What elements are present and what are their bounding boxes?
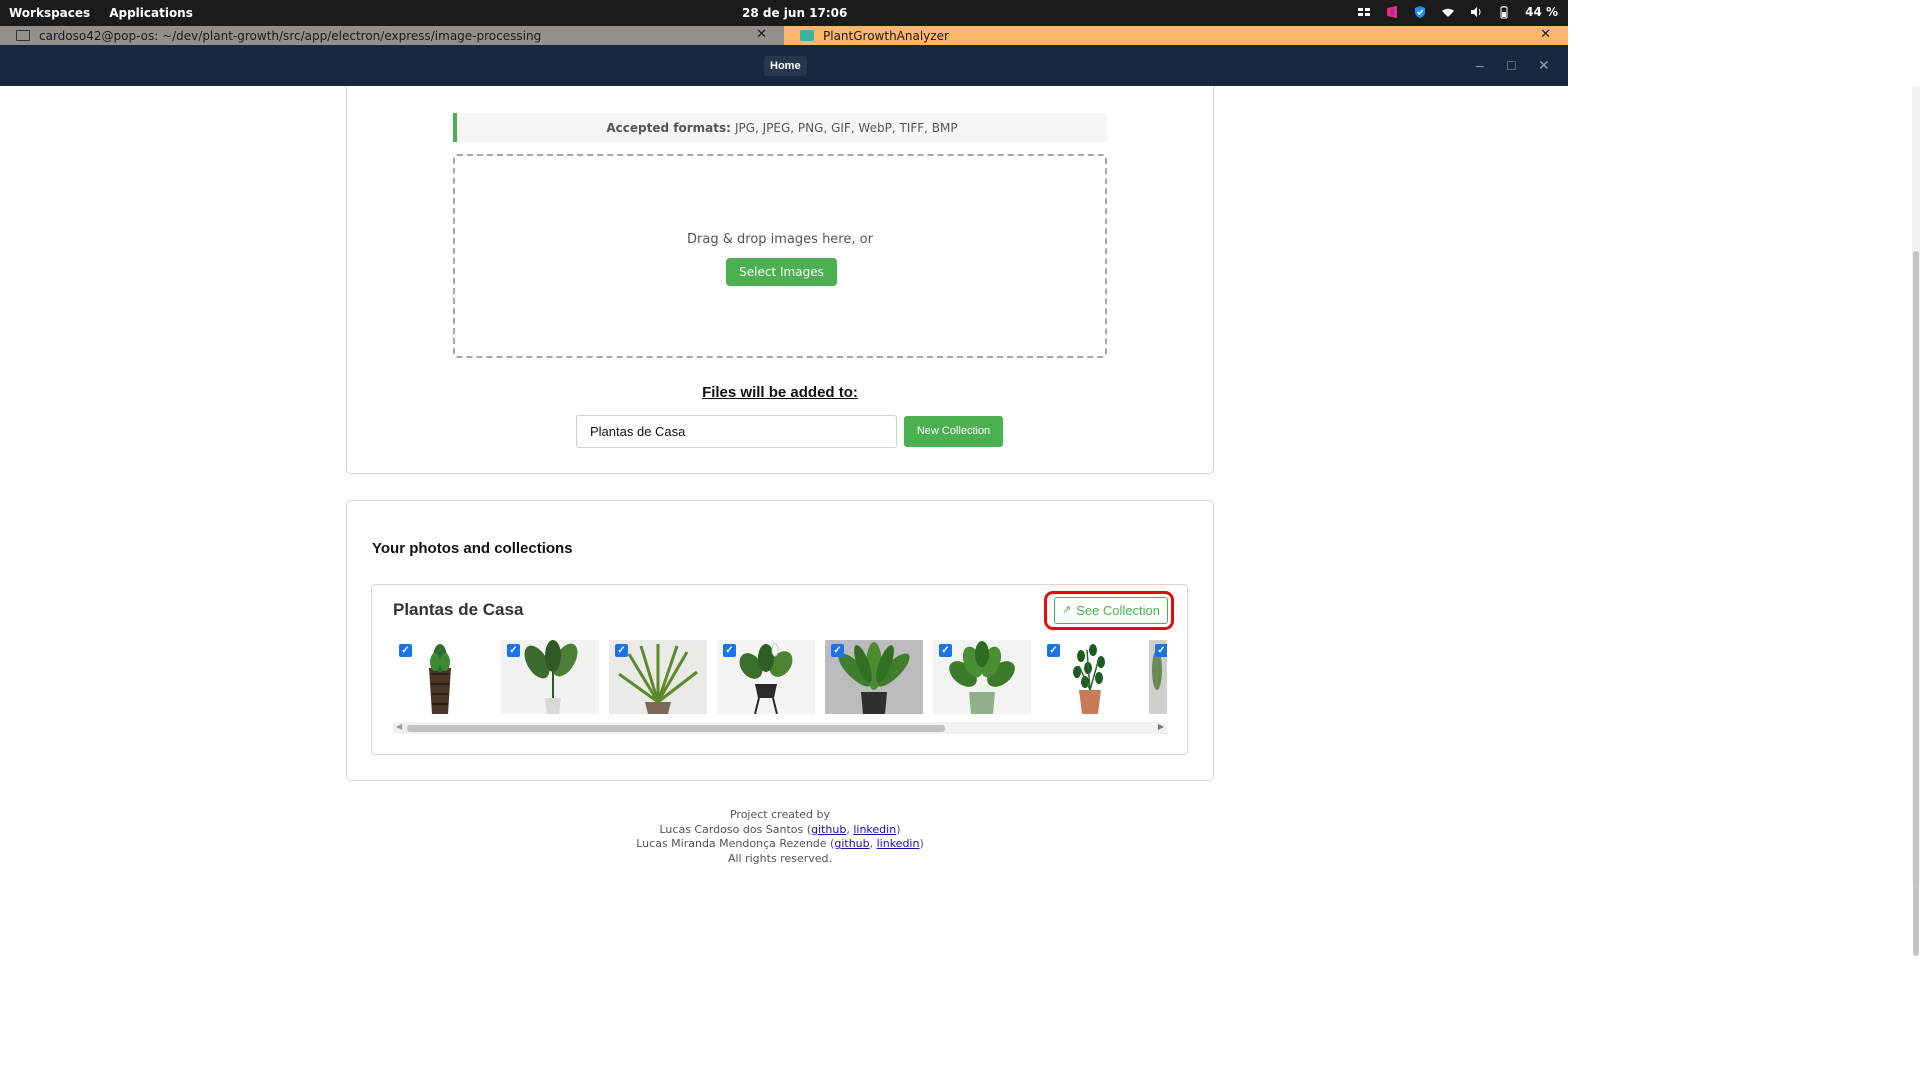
photo-checkbox[interactable]: ✓ (939, 644, 952, 657)
external-link-icon: ↗ (1062, 604, 1072, 616)
page-scrollbar-thumb[interactable] (1913, 251, 1919, 956)
battery-icon[interactable] (1497, 5, 1511, 19)
shield-icon[interactable] (1413, 5, 1427, 19)
collection-name: Plantas de Casa (393, 600, 524, 619)
image-dropzone[interactable]: Drag & drop images here, or Select Image… (453, 154, 1107, 358)
terminal-icon (16, 30, 30, 41)
app-logo-icon (800, 30, 814, 41)
volume-icon[interactable] (1469, 5, 1483, 19)
new-collection-button[interactable]: New Collection (904, 416, 1003, 447)
scroll-right-arrow-icon[interactable]: ▶ (1158, 722, 1164, 731)
clock[interactable]: 28 de jun 17:06 (742, 6, 847, 20)
footer-rights: All rights reserved. (727, 852, 833, 866)
author-2-github-link[interactable]: github (834, 837, 869, 850)
photo-thumbnail[interactable]: ✓ (1041, 640, 1139, 714)
see-collection-button[interactable]: ↗ See Collection (1054, 597, 1168, 624)
photo-checkbox[interactable]: ✓ (723, 644, 736, 657)
collections-section-title: Your photos and collections (372, 540, 573, 557)
author-1-linkedin-link[interactable]: linkedin (853, 823, 896, 836)
accepted-formats-banner: Accepted formats: JPG, JPEG, PNG, GIF, W… (453, 113, 1107, 142)
collection-select[interactable]: Plantas de Casa (576, 415, 897, 448)
photo-thumbnail[interactable]: ✓ (717, 640, 815, 714)
photo-strip[interactable]: ✓ ✓ ✓ ✓ ✓ ✓ ✓ ✓ (393, 640, 1167, 715)
tab-plant-growth-analyzer[interactable]: PlantGrowthAnalyzer ✕ (784, 26, 1568, 45)
photo-thumbnail[interactable]: ✓ (825, 640, 923, 714)
photo-checkbox[interactable]: ✓ (831, 644, 844, 657)
author-2-name: Lucas Miranda Mendonça Rezende (636, 837, 827, 851)
battery-percent: 44 % (1525, 5, 1558, 19)
accepted-formats-value: JPG, JPEG, PNG, GIF, WebP, TIFF, BMP (734, 120, 958, 135)
select-images-button[interactable]: Select Images (726, 258, 837, 286)
author-1-github-link[interactable]: github (811, 823, 846, 836)
see-collection-label: See Collection (1076, 603, 1160, 618)
photo-strip-scroll-thumb[interactable] (407, 725, 945, 732)
photo-thumbnail[interactable]: ✓ (609, 640, 707, 714)
footer: Project created by Lucas Cardoso dos San… (560, 808, 1000, 867)
close-window-icon[interactable]: ✕ (1538, 57, 1550, 74)
tab-terminal-label: cardoso42@pop-os: ~/dev/plant-growth/src… (39, 28, 542, 43)
scroll-left-arrow-icon[interactable]: ◀ (396, 722, 402, 731)
photo-checkbox[interactable]: ✓ (507, 644, 520, 657)
footer-author-1: Lucas Cardoso dos Santos (github, linked… (659, 822, 901, 836)
tab-app-label: PlantGrowthAnalyzer (823, 28, 949, 43)
app-indicator-icon[interactable] (1385, 5, 1399, 19)
author-1-name: Lucas Cardoso dos Santos (659, 822, 804, 836)
photo-checkbox[interactable]: ✓ (1047, 644, 1060, 657)
wifi-icon[interactable] (1441, 5, 1455, 19)
photo-checkbox[interactable]: ✓ (1155, 644, 1167, 657)
workspaces-menu[interactable]: Workspaces (9, 6, 90, 20)
app-header: Home – □ ✕ (0, 45, 1568, 86)
photo-strip-scrollbar[interactable]: ◀ ▶ (393, 722, 1167, 734)
system-top-bar: Workspaces Applications 28 de jun 17:06 … (0, 0, 1568, 26)
tab-app-close-icon[interactable]: ✕ (1540, 27, 1551, 42)
photo-thumbnail[interactable]: ✓ (501, 640, 599, 714)
tab-terminal-close-icon[interactable]: ✕ (756, 27, 767, 42)
minimize-icon[interactable]: – (1476, 57, 1484, 73)
files-added-title: Files will be added to: (702, 384, 858, 401)
applications-menu[interactable]: Applications (109, 6, 193, 20)
photo-checkbox[interactable]: ✓ (615, 644, 628, 657)
dropzone-text: Drag & drop images here, or (687, 232, 873, 247)
author-2-linkedin-link[interactable]: linkedin (877, 837, 920, 850)
photo-thumbnail[interactable]: ✓ (933, 640, 1031, 714)
photo-checkbox[interactable]: ✓ (399, 644, 412, 657)
accepted-formats-label: Accepted formats: (606, 120, 731, 135)
footer-credit-line: Project created by (729, 808, 831, 821)
layout-icon[interactable] (1357, 5, 1371, 19)
page-scrollbar[interactable] (1912, 86, 1920, 956)
footer-author-2: Lucas Miranda Mendonça Rezende (github, … (636, 837, 924, 851)
maximize-icon[interactable]: □ (1507, 57, 1515, 73)
photo-thumbnail[interactable]: ✓ (1149, 640, 1167, 714)
tab-terminal[interactable]: cardoso42@pop-os: ~/dev/plant-growth/src… (0, 26, 784, 45)
home-nav-button[interactable]: Home (764, 56, 807, 76)
photo-thumbnail[interactable]: ✓ (393, 640, 491, 714)
window-tab-bar: cardoso42@pop-os: ~/dev/plant-growth/src… (0, 26, 1568, 45)
